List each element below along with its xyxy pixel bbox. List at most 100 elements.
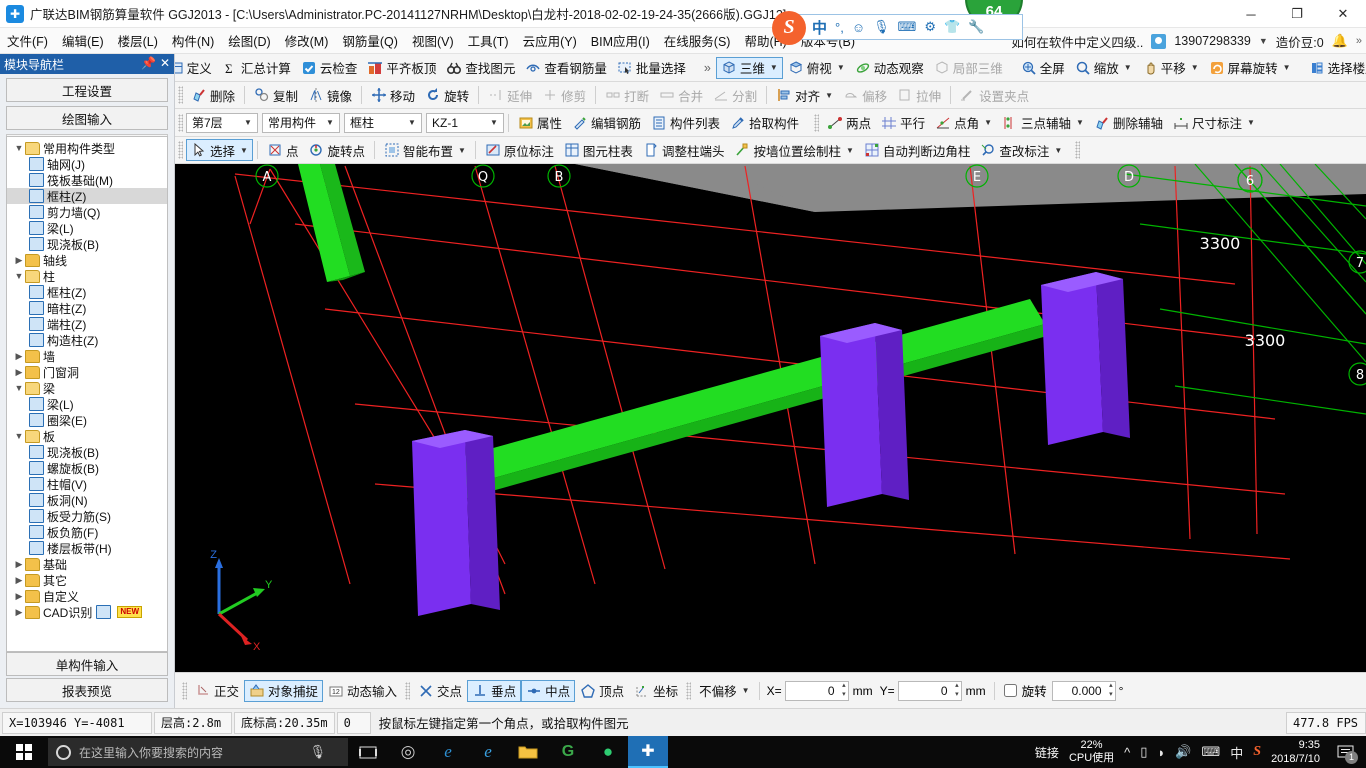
column-table-button[interactable]: 图元柱表 [559, 139, 638, 161]
align-button[interactable]: 对齐 ▼ [771, 84, 838, 106]
tree-folder-axis[interactable]: ▶ 轴线 [7, 252, 167, 268]
close-icon[interactable]: ✕ [160, 56, 170, 70]
draw-column-by-wall-chevron-down-icon[interactable]: ▼ [846, 146, 854, 155]
tree-item-axis-grid[interactable]: 轴网(J) [7, 156, 167, 172]
view-3d-button[interactable]: 三维 ▼ [715, 56, 783, 79]
pick-component-button[interactable]: 拾取构件 [725, 112, 804, 134]
dimension-button[interactable]: 尺寸标注 ▼ [1168, 112, 1260, 134]
offset-mode-select[interactable]: 不偏移 ▼ [694, 680, 754, 702]
snapbar-gripper[interactable] [405, 681, 411, 700]
ime-settings-icon[interactable]: 🔧 [968, 19, 984, 35]
dynamic-observe-button[interactable]: 动态观察 [850, 57, 929, 79]
3d-viewport[interactable]: A Q B D 6 E 7 8 3300 3300 Z Y X [175, 164, 1366, 672]
menu-floor[interactable]: 楼层(L) [111, 28, 165, 53]
project-settings-button[interactable]: 工程设置 [6, 78, 168, 102]
snap-midpoint[interactable]: 中点 [521, 679, 576, 702]
object-snap-toggle[interactable]: 对象捕捉 [244, 679, 324, 702]
tree-item-end-column[interactable]: 端柱(Z) [7, 316, 167, 332]
delete-axis-button[interactable]: 删除辅轴 [1089, 112, 1168, 134]
two-point-axis-button[interactable]: 两点 [822, 112, 876, 134]
x-input[interactable]: 0 [784, 680, 849, 701]
tree-item-cast-slab[interactable]: 现浇板(B) [7, 444, 167, 460]
chevron-right-icon[interactable]: ▶ [13, 575, 25, 586]
screen-rotate-chevron-down-icon[interactable]: ▼ [1283, 63, 1291, 72]
sogou-logo-icon[interactable]: S [772, 11, 806, 45]
floor-select-chevron-down-icon[interactable]: ▼ [241, 118, 255, 127]
dynamic-input-toggle[interactable]: 12 动态输入 [323, 680, 402, 702]
tree-folder-wall[interactable]: ▶ 墙 [7, 348, 167, 364]
tree-item-hidden-column[interactable]: 暗柱(Z) [7, 300, 167, 316]
ggj-app-icon[interactable]: ✚ [628, 736, 668, 768]
battery-icon[interactable]: ▯ [1140, 744, 1147, 760]
windows-start-icon[interactable] [0, 736, 48, 768]
smart-layout-chevron-down-icon[interactable]: ▼ [458, 146, 466, 155]
tree-item-slab-negative-rebar[interactable]: 板负筋(F) [7, 524, 167, 540]
edge-icon[interactable]: e [428, 736, 468, 768]
chevron-down-icon[interactable]: ▼ [13, 271, 25, 281]
adjust-column-end-button[interactable]: 调整柱端头 [638, 139, 730, 161]
bell-icon[interactable]: 🔔 [1332, 33, 1348, 49]
ime-voice-icon[interactable]: 🎙 [873, 19, 890, 35]
menu-rebar-qty[interactable]: 钢筋量(Q) [335, 28, 405, 53]
top-view-button[interactable]: 俯视 ▼ [783, 57, 850, 79]
tree-folder-custom[interactable]: ▶ 自定义 [7, 588, 167, 604]
pan-chevron-down-icon[interactable]: ▼ [1191, 63, 1199, 72]
dimension-chevron-down-icon[interactable]: ▼ [1247, 118, 1255, 127]
ime-skin-icon[interactable]: 👕 [944, 19, 960, 35]
three-point-axis-chevron-down-icon[interactable]: ▼ [1076, 118, 1084, 127]
drawing-input-button[interactable]: 绘图输入 [6, 106, 168, 130]
sogou-tray-icon[interactable]: S [1253, 744, 1261, 760]
point-angle-button[interactable]: 点角 ▼ [930, 112, 997, 134]
select-tool-chevron-down-icon[interactable]: ▼ [240, 146, 248, 155]
minimize-button[interactable]: ─ [1228, 0, 1274, 28]
mirror-button[interactable]: 镜像 [303, 84, 357, 106]
rotate-point-button[interactable]: 旋转点 [303, 139, 370, 161]
zoom-button[interactable]: 缩放 ▼ [1070, 57, 1137, 79]
toolbar-gripper[interactable] [178, 141, 183, 159]
fullscreen-button[interactable]: 全屏 [1016, 57, 1070, 79]
toolbar-gripper[interactable] [178, 86, 183, 104]
three-point-axis-button[interactable]: 三点辅轴 ▼ [997, 112, 1089, 134]
microphone-icon[interactable]: 🎙 [309, 744, 326, 760]
menu-online-service[interactable]: 在线服务(S) [657, 28, 738, 53]
floor-select[interactable]: 第7层 ▼ [186, 112, 258, 133]
tree-item-frame-column-common[interactable]: 框柱(Z) [7, 188, 167, 204]
toolbar-overflow-2[interactable]: » [699, 57, 716, 79]
tree-item-beam[interactable]: 梁(L) [7, 396, 167, 412]
ime-keyboard-icon[interactable]: ⌨ [898, 19, 917, 35]
component-tree[interactable]: ▼ 常用构件类型 轴网(J) 筏板基础(M) 框柱(Z) 剪力墙(Q) 梁(L) … [6, 136, 168, 652]
keyboard-icon[interactable]: ⌨ [1201, 744, 1220, 760]
parallel-axis-button[interactable]: 平行 [876, 112, 930, 134]
ime-chinese-mode-icon[interactable]: 中 [812, 17, 827, 38]
tree-folder-door-window[interactable]: ▶ 门窗洞 [7, 364, 167, 380]
chevron-right-icon[interactable]: ▶ [13, 351, 25, 362]
tree-item-frame-column[interactable]: 框柱(Z) [7, 284, 167, 300]
edge2-icon[interactable]: e [468, 736, 508, 768]
snap-coordinate[interactable]: 坐标 [629, 680, 683, 702]
snapbar-gripper[interactable] [686, 681, 692, 700]
tree-item-raft-foundation[interactable]: 筏板基础(M) [7, 172, 167, 188]
tree-folder-common-types[interactable]: ▼ 常用构件类型 [7, 140, 167, 156]
menu-tools[interactable]: 工具(T) [461, 28, 516, 53]
close-button[interactable]: ✕ [1320, 0, 1366, 28]
top-view-chevron-down-icon[interactable]: ▼ [837, 63, 845, 72]
draw-column-by-wall-button[interactable]: 按墙位置绘制柱 ▼ [729, 139, 858, 161]
y-input[interactable]: 0 [897, 680, 962, 701]
chevron-right-icon[interactable]: ▶ [13, 591, 25, 602]
check-annotation-chevron-down-icon[interactable]: ▼ [1054, 146, 1062, 155]
auto-corner-column-button[interactable]: 自动判断边角柱 [859, 139, 976, 161]
snap-vertex[interactable]: 顶点 [575, 680, 629, 702]
tree-item-ring-beam[interactable]: 圈梁(E) [7, 412, 167, 428]
toolbar-gripper[interactable] [814, 113, 820, 132]
tree-folder-foundation[interactable]: ▶ 基础 [7, 556, 167, 572]
chevron-right-icon[interactable]: ▶ [13, 255, 25, 266]
menu-edit[interactable]: 编辑(E) [55, 28, 111, 53]
copy-button[interactable]: 复制 [249, 84, 303, 106]
component-type-chevron-down-icon[interactable]: ▼ [405, 118, 419, 127]
file-explorer-icon[interactable] [508, 736, 548, 768]
rotate-checkbox[interactable] [1003, 684, 1017, 697]
tree-folder-slab[interactable]: ▼ 板 [7, 428, 167, 444]
single-component-input-button[interactable]: 单构件输入 [6, 652, 168, 676]
maximize-button[interactable]: ❐ [1274, 0, 1320, 28]
notification-icon[interactable]: 1 [1330, 736, 1360, 768]
